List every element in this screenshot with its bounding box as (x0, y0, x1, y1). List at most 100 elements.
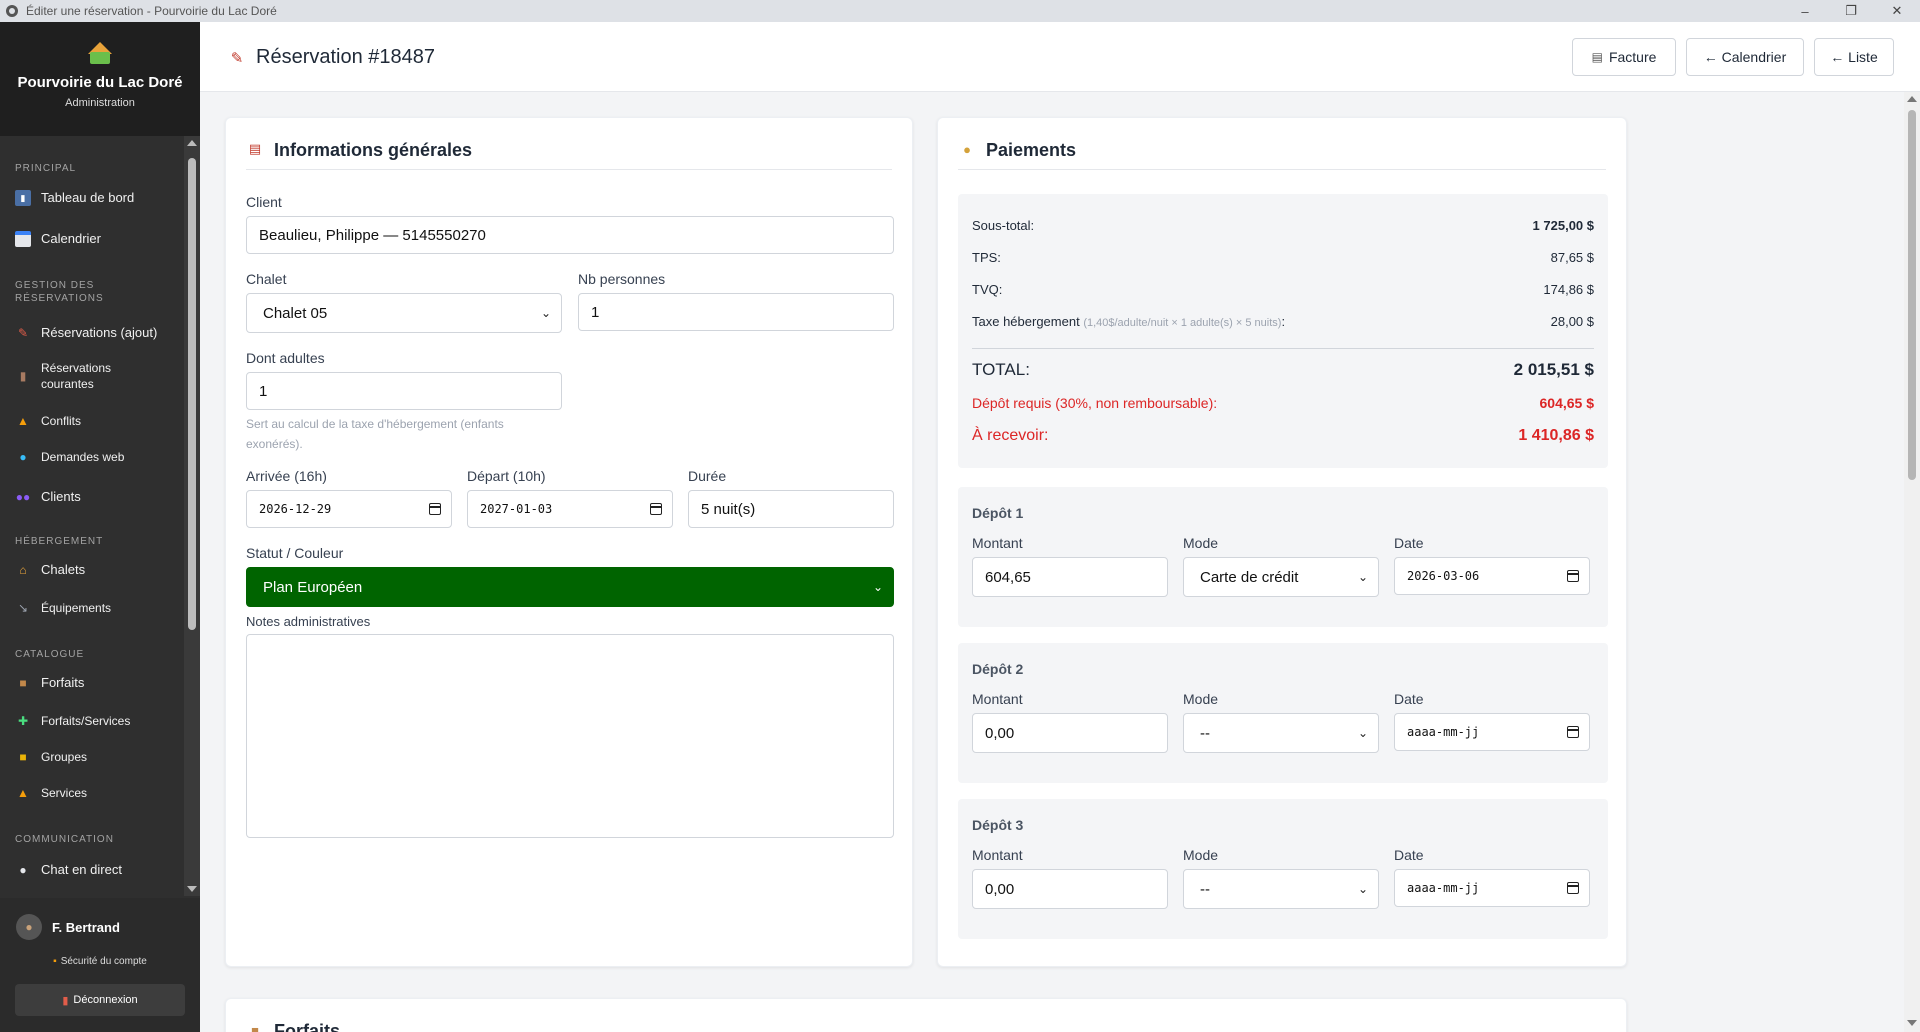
brand-subtitle: Administration (65, 97, 135, 109)
lodging-tax-row: Taxe hébergement (1,40$/adulte/nuit × 1 … (972, 314, 1594, 329)
close-button[interactable]: ✕ (1874, 0, 1920, 22)
amount-label: Montant (972, 847, 1023, 863)
sidebar-item-groups[interactable]: ■ Groupes (0, 749, 184, 765)
deposit-3: Dépôt 3 Montant 0,00 Mode -- ⌄ Date aaaa-… (958, 799, 1608, 939)
calendar-back-button[interactable]: ← Calendrier (1686, 38, 1804, 76)
deposit-2: Dépôt 2 Montant 0,00 Mode -- ⌄ Date aaaa-… (958, 643, 1608, 783)
document-icon: ▤ (1591, 50, 1603, 64)
clipboard-icon: ▤ (248, 141, 262, 156)
users-icon: ●● (15, 490, 31, 504)
payments-card: ● Paiements Sous-total: 1 725,00 $ TPS: … (937, 117, 1627, 967)
duration-field: 5 nuit(s) (688, 490, 894, 528)
deposit-date-input[interactable]: aaaa-mm-jj (1394, 869, 1590, 907)
mode-label: Mode (1183, 847, 1219, 863)
main-scroll-thumb[interactable] (1908, 110, 1916, 480)
adults-input[interactable]: 1 (246, 372, 562, 410)
amount-label: Montant (972, 691, 1023, 707)
sidebar-scrollbar[interactable] (184, 136, 200, 896)
sidebar-item-packages[interactable]: ■ Forfaits (0, 675, 184, 691)
date-label: Date (1394, 847, 1424, 863)
section-catalogue: CATALOGUE (15, 649, 85, 660)
deposit-date-input[interactable]: aaaa-mm-jj (1394, 713, 1590, 751)
sidebar-item-services[interactable]: ▲ Services (0, 785, 184, 801)
deposit-amount-input[interactable]: 0,00 (972, 869, 1168, 909)
sidebar-item-packages-services[interactable]: ✚ Forfaits/Services (0, 713, 184, 729)
deposit-mode-select[interactable]: Carte de crédit ⌄ (1183, 557, 1379, 597)
main-scrollbar[interactable] (1904, 92, 1920, 1032)
sidebar-item-dashboard[interactable]: ▮ Tableau de bord (0, 190, 184, 206)
list-back-button[interactable]: ← Liste (1814, 38, 1894, 76)
clipboard-icon: ▮ (19, 369, 27, 383)
sidebar-item-reservations-current[interactable]: ▮ Réservations courantes (0, 360, 184, 392)
status-label: Statut / Couleur (246, 545, 344, 561)
calendar-icon[interactable] (429, 503, 441, 515)
adults-label: Dont adultes (246, 350, 325, 366)
chat-icon: ● (19, 863, 27, 877)
user-name: F. Bertrand (52, 920, 120, 935)
section-principal: PRINCIPAL (15, 163, 77, 174)
arrival-date-input[interactable]: 2026-12-29 (246, 490, 452, 528)
packages-title: ■ Forfaits (246, 1021, 1606, 1032)
sidebar-item-equipment[interactable]: ↘ Équipements (0, 600, 184, 616)
sidebar-item-web-requests[interactable]: ● Demandes web (0, 449, 184, 465)
user-panel: ● F. Bertrand ▪ Sécurité du compte ▮ Décon… (0, 898, 200, 1032)
avatar[interactable]: ● (16, 914, 42, 940)
warning-icon: ▲ (17, 414, 29, 428)
deposit-title: Dépôt 1 (972, 505, 1024, 521)
minimize-button[interactable]: – (1782, 0, 1828, 22)
deposit-date-input[interactable]: 2026-03-06 (1394, 557, 1590, 595)
calendar-icon[interactable] (1567, 726, 1579, 738)
house-icon: ⌂ (19, 563, 27, 577)
calendar-icon[interactable] (650, 503, 662, 515)
departure-date-input[interactable]: 2027-01-03 (467, 490, 673, 528)
packages-card: ■ Forfaits (225, 998, 1627, 1032)
status-select[interactable]: Plan Européen ⌄ (246, 567, 894, 607)
chevron-down-icon: ⌄ (872, 580, 883, 594)
package-icon: ■ (251, 1022, 259, 1032)
calendar-icon[interactable] (1567, 882, 1579, 894)
chevron-down-icon: ⌄ (1357, 570, 1368, 584)
page-title: ✎ Réservation #18487 (228, 46, 435, 69)
account-security-link[interactable]: ▪ Sécurité du compte (0, 956, 200, 967)
scroll-up-arrow[interactable] (187, 140, 197, 146)
window-title: Éditer une réservation - Pourvoirie du L… (26, 4, 277, 18)
invoice-button[interactable]: ▤ Facture (1572, 38, 1676, 76)
wrench-icon: ↘ (17, 601, 29, 615)
deposit-amount-input[interactable]: 604,65 (972, 557, 1168, 597)
notes-textarea[interactable] (246, 634, 894, 838)
logo-icon (85, 40, 115, 66)
date-label: Date (1394, 535, 1424, 551)
restore-button[interactable]: ❐ (1828, 0, 1874, 22)
sidebar-item-clients[interactable]: ●● Clients (0, 489, 184, 505)
arrival-label: Arrivée (16h) (246, 468, 327, 484)
nb-persons-input[interactable]: 1 (578, 293, 894, 331)
scroll-down-arrow[interactable] (187, 886, 197, 892)
tvq-row: TVQ: 174,86 $ (972, 282, 1594, 297)
scroll-up-arrow[interactable] (1907, 96, 1917, 102)
logout-button[interactable]: ▮ Déconnexion (15, 984, 185, 1016)
sidebar-item-conflicts[interactable]: ▲ Conflits (0, 413, 184, 429)
user-icon: ● (25, 920, 33, 934)
deposit-mode-select[interactable]: -- ⌄ (1183, 869, 1379, 909)
sidebar-item-reservations-add[interactable]: ✎ Réservations (ajout) (0, 325, 184, 341)
subtotal-row: Sous-total: 1 725,00 $ (972, 218, 1594, 233)
pencil-icon: ✎ (17, 326, 29, 340)
app-icon (6, 5, 18, 17)
sidebar-item-chalets[interactable]: ⌂ Chalets (0, 562, 184, 578)
client-input[interactable]: Beaulieu, Philippe — 5145550270 (246, 216, 894, 254)
brand: Pourvoirie du Lac Doré Administration (0, 22, 200, 136)
amount-label: Montant (972, 535, 1023, 551)
sidebar-item-chat[interactable]: ● Chat en direct (0, 862, 184, 878)
door-icon: ▮ (62, 994, 69, 1007)
tps-row: TPS: 87,65 $ (972, 250, 1594, 265)
deposit-mode-select[interactable]: -- ⌄ (1183, 713, 1379, 753)
chalet-select[interactable]: Chalet 05 ⌄ (246, 293, 562, 333)
scroll-down-arrow[interactable] (1907, 1020, 1917, 1026)
sidebar-item-calendar[interactable]: Calendrier (0, 231, 184, 247)
sidebar-scroll-thumb[interactable] (188, 158, 196, 630)
mode-label: Mode (1183, 535, 1219, 551)
section-gestion: GESTION DES RÉSERVATIONS (15, 280, 104, 304)
calendar-icon (15, 231, 31, 247)
calendar-icon[interactable] (1567, 570, 1579, 582)
deposit-amount-input[interactable]: 0,00 (972, 713, 1168, 753)
